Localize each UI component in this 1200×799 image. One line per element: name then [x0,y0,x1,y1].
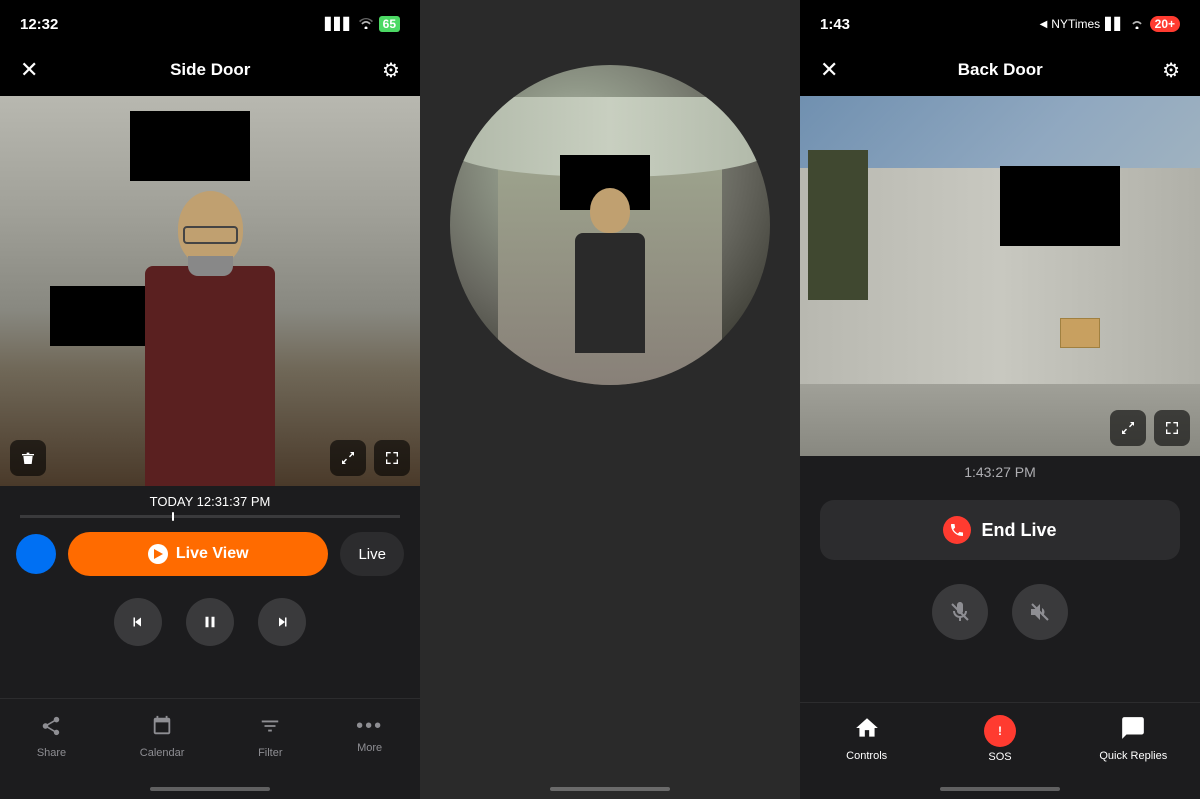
speaker-button[interactable] [1012,584,1068,640]
home-bar-1 [150,787,270,791]
phone-end-icon [943,516,971,544]
filter-icon [259,715,281,743]
redaction-box-3 [1000,166,1120,246]
play-circle-icon [148,544,168,564]
status-bar-3: 1:43 ◀ NYTimes ▋▋ 20+ [800,0,1200,44]
panel-back-door: 1:43 ◀ NYTimes ▋▋ 20+ ✕ Back Door ⚙ [800,0,1200,799]
filter-nav-item[interactable]: Filter [258,715,282,759]
bottom-nav-1: Share Calendar Filter ••• More [0,698,420,779]
pause-button[interactable] [186,598,234,646]
end-live-label: End Live [981,520,1056,541]
wifi-icon-1 [358,17,374,32]
camera-feed-1 [0,96,420,486]
sos-nav-item[interactable]: ! SOS [960,715,1040,763]
time-1: 12:32 [20,16,58,33]
home-indicator-1 [0,779,420,799]
panel-middle [420,0,800,799]
controls-nav-item[interactable]: Controls [827,715,907,763]
timeline-bar[interactable] [20,515,400,518]
wifi-icon-3 [1129,17,1145,32]
quick-replies-label: Quick Replies [1099,750,1167,762]
panel-side-door: 12:32 ▋▋▋ 65 ✕ Side Door ⚙ [0,0,420,799]
calendar-nav-item[interactable]: Calendar [140,715,185,759]
signal-icon-1: ▋▋▋ [325,17,353,31]
expand-icons [330,440,410,476]
home-bar-3 [940,787,1060,791]
controls-row: Live View Live [0,522,420,586]
delete-icon[interactable] [10,440,46,476]
camera-view-2 [420,40,800,410]
fullscreen-icon-3[interactable] [1154,410,1190,446]
chevron-left-icon: ◀ [1040,19,1048,30]
more-label: More [357,742,382,754]
live-view-label: Live View [176,545,249,563]
nav-bar-1: ✕ Side Door ⚙ [0,44,420,96]
camera-view-3 [800,96,1200,456]
play-triangle-icon [154,549,163,559]
more-nav-item[interactable]: ••• More [356,715,383,759]
close-button-3[interactable]: ✕ [820,57,838,83]
gear-button-1[interactable]: ⚙ [382,58,400,83]
notification-badge-3: 20+ [1150,16,1180,32]
share-label: Share [37,747,66,759]
nytimes-label: NYTimes [1051,17,1100,31]
skip-back-button[interactable] [114,598,162,646]
skip-forward-button[interactable] [258,598,306,646]
home-indicator-2 [420,779,800,799]
timeline-label: TODAY 12:31:37 PM [0,494,420,509]
close-button-1[interactable]: ✕ [20,57,38,83]
live-badge-label: Live [358,546,386,563]
live-view-button[interactable]: Live View [68,532,328,576]
playback-controls [0,586,420,658]
camera-view-1 [0,96,420,486]
end-live-button[interactable]: End Live [820,500,1180,560]
sos-icon: ! [984,715,1016,747]
live-badge[interactable]: Live [340,532,404,576]
microphone-button[interactable] [932,584,988,640]
nav-bar-3: ✕ Back Door ⚙ [800,44,1200,96]
camera-overlay-3 [810,410,1190,446]
expand-icons-3 [1110,410,1190,446]
home-indicator-3 [800,779,1200,799]
controls-label: Controls [846,750,887,762]
gear-button-3[interactable]: ⚙ [1162,58,1180,83]
status-bar-1: 12:32 ▋▋▋ 65 [0,0,420,44]
timestamp-3: 1:43:27 PM [800,456,1200,484]
camera-title-3: Back Door [958,60,1043,80]
calendar-icon [151,715,173,743]
camera-title-1: Side Door [170,60,250,80]
quick-replies-nav-item[interactable]: Quick Replies [1093,715,1173,763]
audio-controls [800,576,1200,648]
share-icon [40,715,62,743]
status-icons-1: ▋▋▋ 65 [325,16,400,32]
expand-icon-3[interactable] [1110,410,1146,446]
expand-icon[interactable] [330,440,366,476]
share-nav-item[interactable]: Share [37,715,66,759]
sos-label: SOS [988,751,1011,763]
filter-label: Filter [258,747,282,759]
sos-text: ! [998,724,1002,738]
status-icons-3: ◀ NYTimes ▋▋ 20+ [1040,16,1180,32]
signal-icon-3: ▋▋ [1105,17,1123,31]
calendar-label: Calendar [140,747,185,759]
timeline-area: TODAY 12:31:37 PM [0,486,420,522]
fullscreen-icon[interactable] [374,440,410,476]
time-3: 1:43 [820,16,850,33]
camera-overlay-1 [10,440,410,476]
more-icon: ••• [356,715,383,738]
redaction-box-1 [130,111,250,181]
nytimes-notification: ◀ NYTimes [1040,17,1101,31]
quick-replies-icon [1120,715,1146,746]
controls-icon [854,715,880,746]
live-indicator-dot [16,534,56,574]
battery-1: 65 [379,16,400,32]
bottom-nav-3: Controls ! SOS Quick Replies [800,702,1200,779]
home-bar-2 [550,787,670,791]
